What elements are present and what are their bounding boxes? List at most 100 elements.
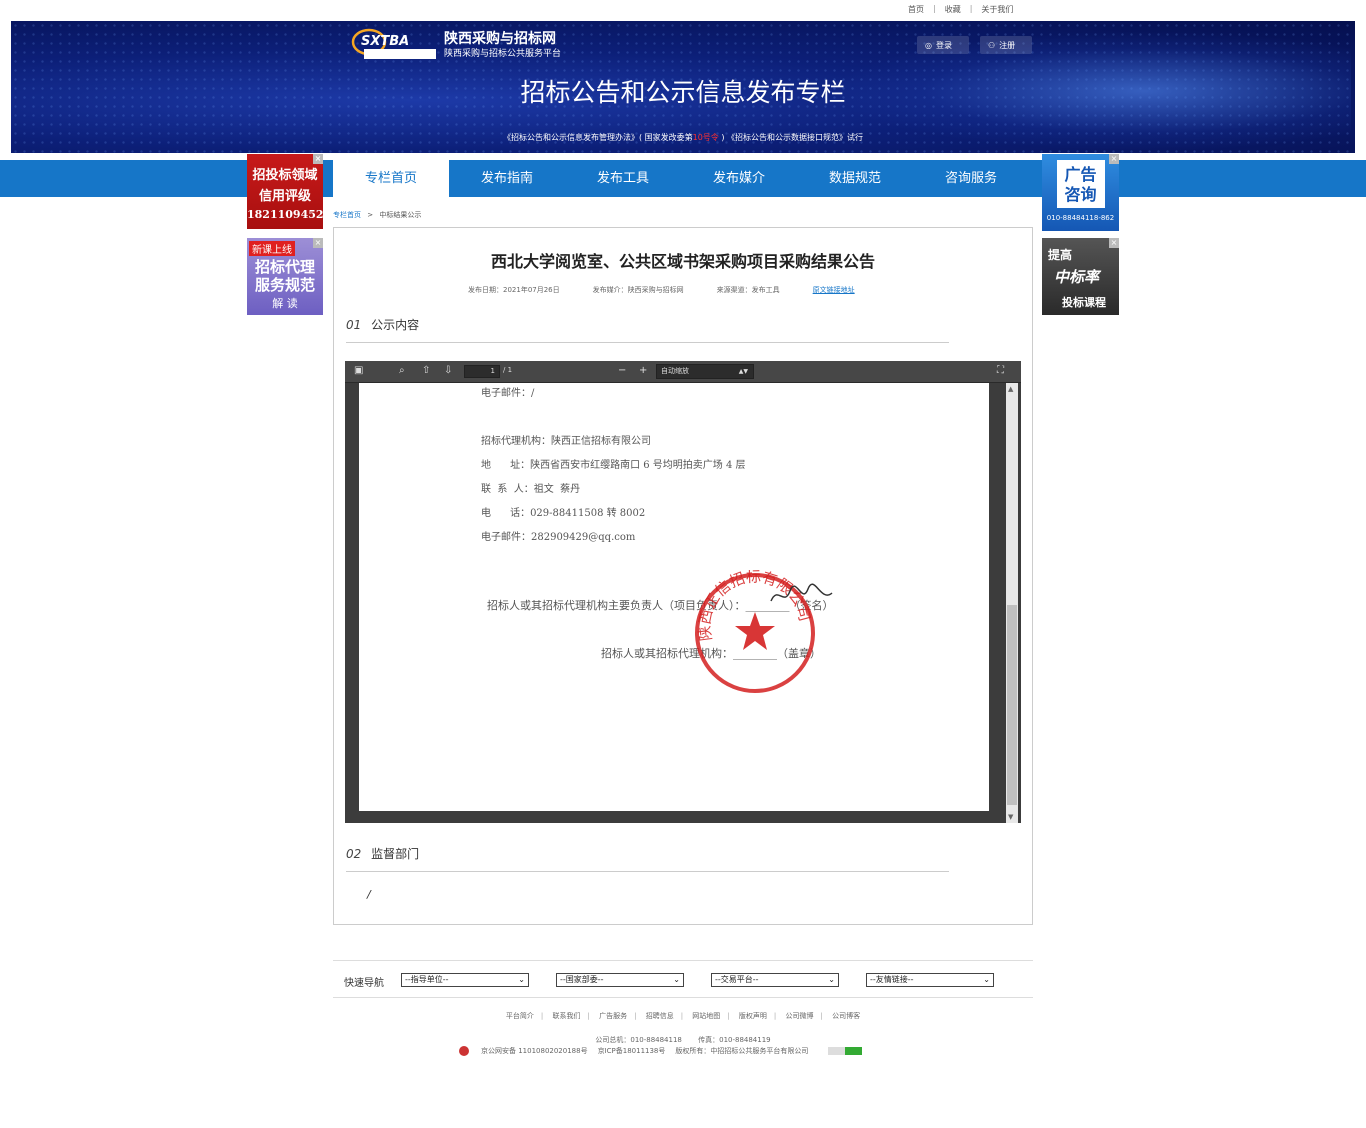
site-logo[interactable]: SXTBA: [349, 27, 439, 61]
ad-phone: 18211094526: [247, 208, 323, 221]
search-icon[interactable]: ⌕: [399, 365, 405, 376]
user-icon: ⚇: [988, 40, 996, 50]
select-value: --友情链接--: [870, 975, 914, 984]
breadcrumb-current: 中标结果公示: [379, 211, 422, 219]
footer-links: 平台简介 | 联系我们 | 广告服务 | 招聘信息 | 网站地图 | 版权声明 | 公司微博…: [505, 1012, 861, 1020]
zoom-value: 自动缩放: [661, 367, 689, 375]
guidance-unit-select[interactable]: --指导单位-- ⌄: [401, 973, 529, 987]
pdf-text-line: 电子邮件：/: [481, 388, 535, 399]
user-circle-icon: ◎: [925, 40, 932, 50]
section-number: 01: [346, 318, 362, 332]
divider: |: [969, 4, 973, 13]
publish-media: 发布媒介：陕西采购与招标网: [592, 286, 684, 294]
tab-home[interactable]: 专栏首页: [333, 160, 449, 197]
pdf-page: 电子邮件：/ 招标代理机构：陕西正信招标有限公司 地 址：陕西省西安市红缨路南口…: [359, 383, 989, 811]
footer-link[interactable]: 联系我们: [553, 1012, 581, 1020]
footer-legal: 京公网安备 11010802020188号 京ICP备18011138号 版权所…: [459, 1046, 863, 1056]
tab-media[interactable]: 发布媒介: [681, 160, 797, 197]
ad-line: 信用评级: [258, 189, 311, 204]
original-link[interactable]: 原文链接地址: [813, 285, 855, 295]
section-heading: 02 监督部门: [346, 845, 949, 872]
top-link-bar: 首页 | 收藏 | 关于我们: [0, 0, 1366, 20]
ad-bid-course[interactable]: × 提高 中标率 投标课程: [1042, 238, 1119, 315]
footer-link[interactable]: 公司博客: [832, 1012, 860, 1020]
footer-fax: 传真：010-88484119: [698, 1036, 771, 1044]
ad-line: 提高: [1048, 248, 1073, 262]
close-icon[interactable]: ×: [313, 154, 323, 164]
top-link-favorite[interactable]: 收藏: [945, 4, 961, 15]
source-channel: 来源渠道：发布工具: [716, 286, 780, 294]
select-value: --交易平台--: [715, 975, 759, 984]
close-icon[interactable]: ×: [313, 238, 323, 248]
zoom-out-icon[interactable]: −: [618, 365, 626, 376]
article-panel: 西北大学阅览室、公共区域书架采购项目采购结果公告 发布日期：2021年07月26…: [333, 227, 1033, 925]
page-number-input[interactable]: 1: [464, 365, 500, 378]
footer-link[interactable]: 网站地图: [692, 1012, 720, 1020]
footer-link[interactable]: 招聘信息: [646, 1012, 674, 1020]
sidebar-toggle-icon[interactable]: ▣: [354, 365, 363, 376]
ad-consulting[interactable]: × 广告 咨询 010-88484118-862: [1042, 154, 1119, 231]
section-number: 02: [346, 847, 362, 861]
footer-link[interactable]: 公司微博: [785, 1012, 813, 1020]
top-link-about[interactable]: 关于我们: [981, 4, 1013, 15]
pdf-text-line: 地 址：陕西省西安市红缨路南口 6 号均明拍卖广场 4 层: [481, 460, 746, 471]
breadcrumb-home[interactable]: 专栏首页: [333, 211, 361, 219]
footer-copyright: 版权所有：中招招标公共服务平台有限公司: [675, 1047, 809, 1055]
supervision-content: /: [367, 888, 371, 901]
close-icon[interactable]: ×: [1109, 238, 1119, 248]
tab-tools[interactable]: 发布工具: [565, 160, 681, 197]
top-link-home[interactable]: 首页: [908, 4, 924, 15]
pdf-text-line: 电 话：029-88411508 转 8002: [481, 508, 646, 519]
footer-link[interactable]: 广告服务: [599, 1012, 627, 1020]
tab-guide[interactable]: 发布指南: [449, 160, 565, 197]
article-meta: 发布日期：2021年07月26日 发布媒介：陕西采购与招标网 来源渠道：发布工具…: [468, 285, 855, 295]
ad-box: 广告 咨询: [1056, 160, 1105, 208]
trading-platform-select[interactable]: --交易平台-- ⌄: [711, 973, 839, 987]
footer-link[interactable]: 版权声明: [739, 1012, 767, 1020]
main-nav: 专栏首页 发布指南 发布工具 发布媒介 数据规范 咨询服务: [0, 160, 1366, 197]
next-page-icon[interactable]: ⇩: [444, 365, 452, 376]
login-label: 登录: [935, 40, 952, 50]
divider: |: [933, 4, 936, 13]
ad-credit-rating[interactable]: × 招投标领域 信用评级 18211094526: [247, 154, 323, 229]
register-button[interactable]: ⚇ 注册: [980, 36, 1032, 54]
police-badge-icon: [459, 1046, 469, 1056]
page-count: / 1: [503, 366, 513, 374]
section-title: 公示内容: [371, 318, 420, 332]
handwritten-signature: [770, 583, 833, 602]
logo-lettering: SXTBA: [361, 34, 409, 49]
scroll-down-icon[interactable]: ▼: [1008, 813, 1013, 821]
scroll-up-icon[interactable]: ▲: [1008, 385, 1013, 393]
pdf-toolbar: ▣ ⌕ ⇧ ⇩ 1 / 1 − + 自动缩放 ▲▼ ⛶: [345, 361, 1021, 383]
footer-police[interactable]: 京公网安备 11010802020188号: [481, 1046, 588, 1056]
chevron-down-icon: ⌄: [828, 975, 835, 984]
pdf-text-line: 联 系 人：祖文 蔡丹: [481, 484, 581, 495]
footer-icp[interactable]: 京ICP备18011138号: [598, 1046, 666, 1056]
ad-line: 咨询: [1064, 185, 1097, 204]
tab-consulting[interactable]: 咨询服务: [913, 160, 1029, 197]
login-button[interactable]: ◎ 登录: [917, 36, 969, 54]
banner-sub-a: 《招标公告和公示信息发布管理办法》( 国家发改委第: [502, 133, 693, 142]
ad-new-tag: 新课上线: [249, 241, 295, 256]
ad-phone: 010-88484118-862: [1046, 214, 1115, 222]
footer-contact: 公司总机：010-88484118 传真：010-88484119: [0, 1035, 1366, 1045]
footer-link[interactable]: 平台简介: [506, 1012, 534, 1020]
select-value: --国家部委--: [560, 975, 604, 984]
zoom-select[interactable]: 自动缩放 ▲▼: [656, 364, 754, 379]
close-icon[interactable]: ×: [1109, 154, 1119, 164]
fullscreen-icon[interactable]: ⛶: [997, 365, 1004, 376]
previous-page-icon[interactable]: ⇧: [422, 365, 430, 376]
header-banner: SXTBA 陕西采购与招标网 陕西采购与招标公共服务平台 ◎ 登录 ⚇ 注册 招…: [11, 21, 1355, 153]
chevron-down-icon: ⌄: [983, 975, 990, 984]
trust-badge-icon[interactable]: [828, 1047, 863, 1055]
ministry-select[interactable]: --国家部委-- ⌄: [556, 973, 684, 987]
select-value: --指导单位--: [405, 975, 449, 984]
friendly-links-select[interactable]: --友情链接-- ⌄: [866, 973, 994, 987]
zoom-in-icon[interactable]: +: [639, 365, 647, 376]
ad-agency-course[interactable]: × 新课上线 招标代理 服务规范 解 读: [247, 238, 323, 315]
ad-line: 招标代理: [254, 258, 315, 276]
scroll-thumb[interactable]: [1007, 605, 1017, 805]
pdf-scrollbar[interactable]: ▲ ▼: [1006, 383, 1018, 823]
section-heading: 01 公示内容: [346, 316, 949, 343]
tab-data-spec[interactable]: 数据规范: [797, 160, 913, 197]
